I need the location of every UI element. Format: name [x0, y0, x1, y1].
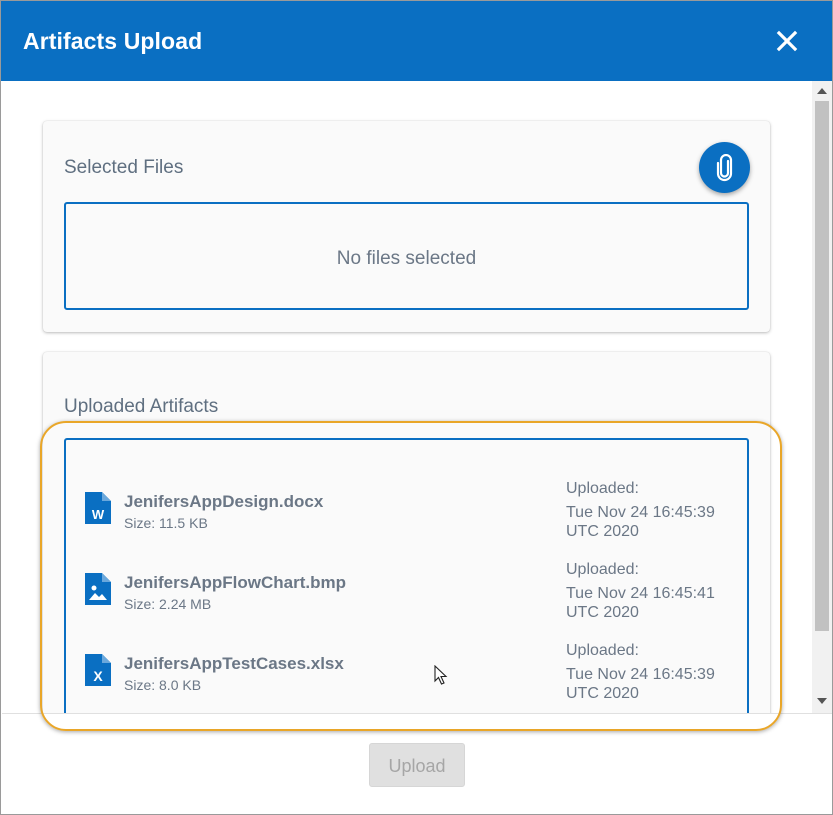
selected-files-title: Selected Files	[64, 157, 184, 178]
scroll-up-arrow-icon[interactable]	[817, 88, 827, 94]
image-file-icon	[85, 573, 111, 605]
uploaded-date-line2: UTC 2020	[566, 523, 639, 540]
uploaded-artifacts-list: W JenifersAppDesign.docx Size: 11.5 KB U…	[64, 438, 749, 713]
uploaded-date-line2: UTC 2020	[566, 604, 639, 621]
uploaded-date-line1: Tue Nov 24 16:45:39	[566, 504, 715, 521]
dialog-title: Artifacts Upload	[23, 28, 203, 54]
dialog-header: Artifacts Upload	[1, 1, 832, 81]
file-size: Size: 2.24 MB	[124, 596, 212, 612]
file-name[interactable]: JenifersAppFlowChart.bmp	[124, 573, 346, 593]
artifacts-upload-dialog: Artifacts Upload Selected Files No files…	[0, 0, 833, 815]
file-size: Size: 11.5 KB	[124, 515, 208, 531]
upload-button[interactable]: Upload	[369, 743, 465, 787]
close-button[interactable]	[769, 23, 805, 59]
excel-file-icon: X	[85, 654, 111, 686]
word-file-icon: W	[85, 492, 111, 524]
dialog-footer: Upload	[2, 713, 832, 814]
no-files-text: No files selected	[336, 248, 477, 269]
uploaded-date: Tue Nov 24 16:45:39 UTC 2020	[566, 665, 736, 703]
uploaded-label: Uploaded:	[566, 642, 639, 659]
vertical-scrollbar[interactable]	[812, 81, 832, 713]
scrollbar-thumb[interactable]	[815, 101, 829, 631]
file-size: Size: 8.0 KB	[124, 677, 202, 693]
uploaded-date-line2: UTC 2020	[566, 685, 639, 702]
file-name[interactable]: JenifersAppTestCases.xlsx	[124, 654, 344, 674]
paperclip-icon	[716, 154, 733, 182]
uploaded-date: Tue Nov 24 16:45:39 UTC 2020	[566, 503, 736, 541]
list-item[interactable]: W JenifersAppDesign.docx Size: 11.5 KB U…	[66, 480, 747, 573]
close-icon	[776, 30, 798, 52]
list-item[interactable]: X JenifersAppTestCases.xlsx Size: 8.0 KB…	[66, 642, 747, 713]
uploaded-artifacts-title: Uploaded Artifacts	[64, 396, 219, 417]
file-name[interactable]: JenifersAppDesign.docx	[124, 492, 323, 512]
mouse-cursor-icon	[434, 665, 448, 685]
svg-text:W: W	[92, 507, 105, 522]
uploaded-label: Uploaded:	[566, 480, 639, 497]
uploaded-date: Tue Nov 24 16:45:41 UTC 2020	[566, 584, 736, 622]
uploaded-date-line1: Tue Nov 24 16:45:41	[566, 585, 715, 602]
dialog-body: Selected Files No files selected Uploade…	[2, 81, 812, 713]
uploaded-date-line1: Tue Nov 24 16:45:39	[566, 666, 715, 683]
uploaded-label: Uploaded:	[566, 561, 639, 578]
list-item[interactable]: JenifersAppFlowChart.bmp Size: 2.24 MB U…	[66, 561, 747, 654]
selected-files-card: Selected Files No files selected	[43, 121, 770, 332]
attach-files-button[interactable]	[699, 142, 750, 193]
svg-text:X: X	[93, 668, 103, 684]
uploaded-artifacts-card: Uploaded Artifacts W JenifersAppDesign.d…	[43, 352, 770, 713]
scroll-down-arrow-icon[interactable]	[817, 698, 827, 704]
selected-files-dropzone[interactable]: No files selected	[64, 202, 749, 310]
